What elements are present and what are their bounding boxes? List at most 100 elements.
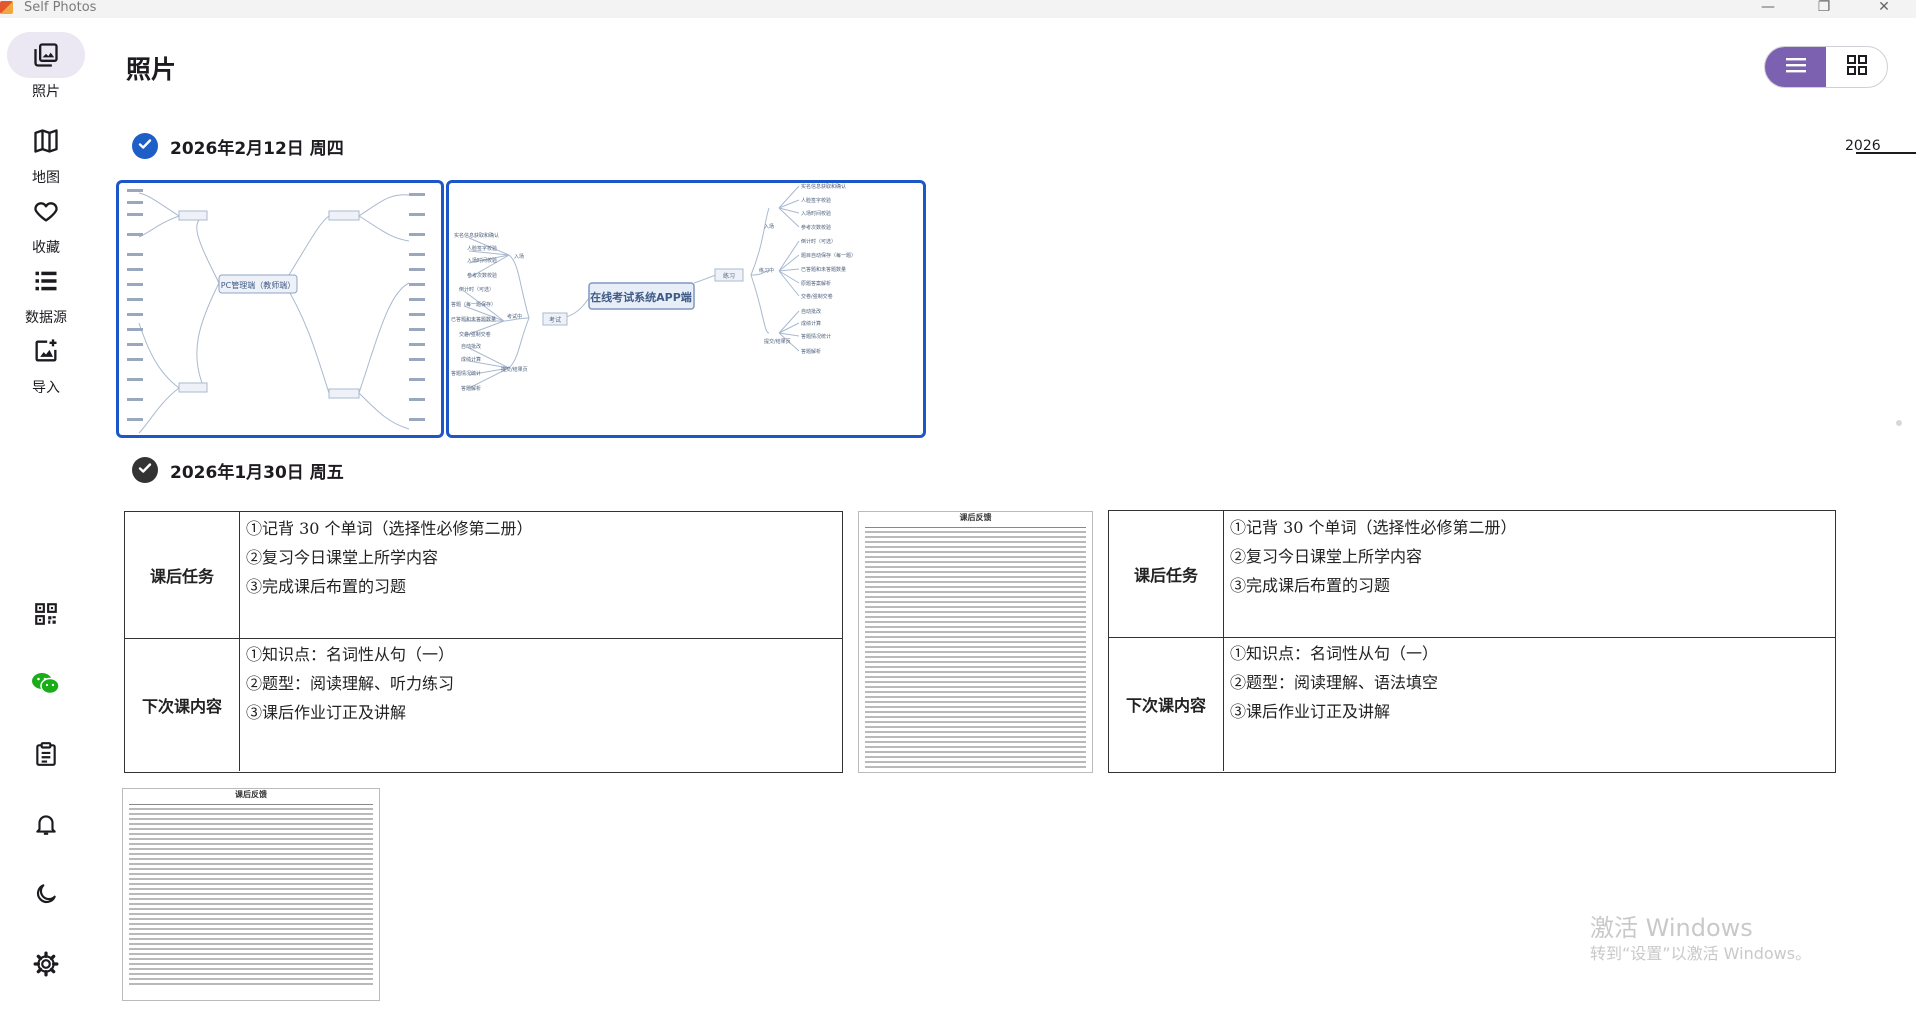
mindmap-node-label: 人脸签字校验	[801, 197, 831, 204]
mindmap-node-label: 练习中	[759, 267, 774, 274]
grid-view-button[interactable]	[1826, 47, 1887, 87]
photo-thumbnail[interactable]: 课后反馈	[122, 788, 380, 1001]
moon-icon[interactable]	[23, 874, 69, 914]
heart-icon	[7, 188, 85, 234]
photo-library-icon	[7, 32, 85, 78]
row-content: ①记背 30 个单词（选择性必修第二册） ②复习今日课堂上所学内容 ③完成课后布…	[1230, 518, 1517, 595]
mindmap-node-label: 成绩计算	[801, 320, 821, 327]
mindmap-node-label: 自动批改	[801, 308, 821, 315]
section-date: 2026年2月12日 周四	[170, 138, 344, 159]
table-row: 课后任务 ①记背 30 个单词（选择性必修第二册） ②复习今日课堂上所学内容 ③…	[1109, 511, 1835, 638]
view-mode-toggle	[1764, 46, 1888, 88]
close-button[interactable]: ✕	[1864, 0, 1904, 16]
section-header: 2026年2月12日 周四	[132, 133, 344, 159]
nav-sources-label: 数据源	[25, 310, 67, 326]
mindmap-node-label: 交卷/强制交卷	[459, 331, 491, 338]
mindmap-node-label: 已答题和未答题数量	[801, 266, 846, 273]
table-row: 课后任务 ①记背 30 个单词（选择性必修第二册） ②复习今日课堂上所学内容 ③…	[125, 512, 842, 639]
section-header: 2026年1月30日 周五	[132, 457, 344, 483]
mindmap-image: PC管理端（教师端）	[127, 189, 425, 434]
mindmap-center-label: PC管理端（教师端）	[221, 280, 295, 290]
mindmap-image: 在线考试系统APP端 考试 练习 入场 考试中 提交/结果页 练习中 实名信息获…	[451, 183, 856, 392]
row-header: 课后任务	[125, 512, 240, 638]
map-icon	[7, 118, 85, 164]
list-icon	[7, 258, 85, 304]
minimize-button[interactable]: —	[1748, 0, 1788, 16]
mindmap-node-label: 参考次数校验	[801, 224, 831, 231]
mindmap-node-label: 原题答案解析	[801, 280, 831, 287]
photo-thumbnail[interactable]: PC管理端（教师端）	[116, 180, 444, 438]
mindmap-node-label: 答题情况统计	[801, 333, 831, 340]
scan-title: 课后反馈	[959, 513, 992, 522]
timeline-scroll-dot[interactable]	[1896, 420, 1902, 426]
qr-code-icon[interactable]	[23, 594, 69, 634]
nav-sources[interactable]: 数据源	[0, 258, 92, 327]
nav-photos-label: 照片	[32, 84, 60, 100]
select-all-checkbox[interactable]	[132, 457, 158, 483]
nav-favorites[interactable]: 收藏	[0, 188, 92, 257]
mindmap-node-label: 倒计时（可选）	[459, 286, 494, 293]
activation-watermark-subtitle: 转到“设置”以激活 Windows。	[1590, 944, 1812, 963]
mindmap-node-label: 答题（每一题保存）	[451, 301, 496, 308]
scan-title: 课后反馈	[235, 790, 267, 799]
mindmap-center-label: 在线考试系统APP端	[590, 290, 692, 304]
mindmap-node-label: 答题解析	[461, 385, 481, 392]
bell-icon[interactable]	[23, 804, 69, 844]
select-all-checkbox[interactable]	[132, 133, 158, 159]
mindmap-node-label: 答题情况统计	[451, 370, 481, 377]
restore-button[interactable]: ❐	[1804, 0, 1844, 16]
mindmap-node-label: 考试	[549, 316, 561, 324]
section-date: 2026年1月30日 周五	[170, 462, 344, 483]
list-view-icon	[1785, 56, 1806, 78]
nav-import-label: 导入	[32, 380, 60, 396]
timeline-marker	[1856, 152, 1916, 154]
mindmap-node-label: 练习	[723, 272, 735, 280]
mindmap-node-label: 参考次数校验	[467, 272, 497, 279]
mindmap-node-label: 交卷/强制交卷	[801, 293, 833, 300]
mindmap-node-label: 入场时间校验	[467, 257, 497, 264]
gear-icon[interactable]	[23, 944, 69, 984]
table-row: 下次课内容 ①知识点：名词性从句（一） ②题型：阅读理解、语法填空 ③课后作业订…	[1109, 637, 1835, 771]
mindmap-node-label: 已答题和未答题数量	[451, 316, 496, 323]
mindmap-node-label: 提交/结果页	[764, 338, 791, 345]
nav-photos[interactable]: 照片	[0, 32, 92, 101]
row-content: ①知识点：名词性从句（一） ②题型：阅读理解、听力练习 ③课后作业订正及讲解	[246, 645, 455, 722]
sidebar: 照片 地图 收藏 数据源 导入	[0, 18, 92, 1011]
mindmap-node-label: 实名信息获取和确认	[801, 183, 846, 190]
row-header: 下次课内容	[125, 638, 240, 771]
photo-thumbnail[interactable]: 课后任务 ①记背 30 个单词（选择性必修第二册） ②复习今日课堂上所学内容 ③…	[124, 511, 843, 773]
list-view-button[interactable]	[1765, 47, 1826, 87]
mindmap-node-label: 自动批改	[461, 343, 481, 350]
wechat-icon[interactable]	[23, 664, 69, 704]
row-content: ①知识点：名词性从句（一） ②题型：阅读理解、语法填空 ③课后作业订正及讲解	[1230, 644, 1439, 721]
mindmap-node-label: 成绩计算	[461, 356, 481, 363]
mindmap-node-label: 答题解析	[801, 348, 821, 355]
table-row: 下次课内容 ①知识点：名词性从句（一） ②题型：阅读理解、听力练习 ③课后作业订…	[125, 638, 842, 771]
check-icon	[137, 460, 153, 480]
row-header: 下次课内容	[1109, 637, 1224, 771]
title-bar: Self Photos — ❐ ✕	[0, 0, 1916, 18]
add-photo-icon	[7, 328, 85, 374]
nav-map-label: 地图	[32, 170, 60, 186]
window-title: Self Photos	[24, 0, 97, 15]
nav-favorites-label: 收藏	[32, 240, 60, 256]
mindmap-node-label: 题目自动保存（每一题）	[801, 252, 856, 259]
photo-thumbnail[interactable]: 在线考试系统APP端 考试 练习 入场 考试中 提交/结果页 练习中 实名信息获…	[446, 180, 926, 438]
activation-watermark-title: 激活 Windows	[1590, 914, 1753, 942]
mindmap-node-label: 入场时间校验	[801, 210, 831, 217]
nav-import[interactable]: 导入	[0, 328, 92, 397]
clipboard-icon[interactable]	[23, 734, 69, 774]
page-title: 照片	[126, 55, 177, 84]
mindmap-node-label: 倒计时（可选）	[801, 238, 836, 245]
mindmap-node-label: 实名信息获取和确认	[454, 232, 499, 239]
mindmap-node-label: 考试中	[507, 313, 522, 320]
mindmap-node-label: 入场	[764, 223, 774, 230]
photo-thumbnail[interactable]: 课后反馈	[858, 511, 1093, 773]
mindmap-node-label: 提交/结果页	[501, 366, 528, 373]
grid-view-icon	[1846, 55, 1867, 79]
row-content: ①记背 30 个单词（选择性必修第二册） ②复习今日课堂上所学内容 ③完成课后布…	[246, 519, 533, 596]
row-header: 课后任务	[1109, 511, 1224, 637]
check-icon	[137, 136, 153, 156]
nav-map[interactable]: 地图	[0, 118, 92, 187]
photo-thumbnail[interactable]: 课后任务 ①记背 30 个单词（选择性必修第二册） ②复习今日课堂上所学内容 ③…	[1108, 510, 1836, 773]
